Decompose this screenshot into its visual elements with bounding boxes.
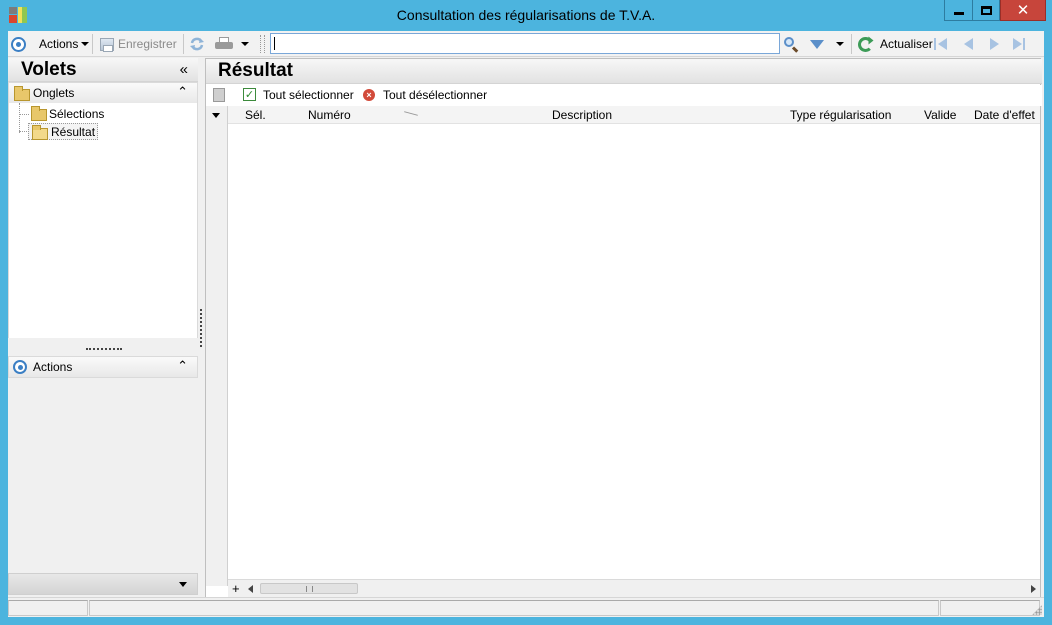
toolbar-grip[interactable] <box>260 35 263 53</box>
title-bar[interactable]: Consultation des régularisations de T.V.… <box>0 0 1052 31</box>
column-header-sel[interactable]: Sél. <box>245 108 266 122</box>
actions-section-header[interactable]: Actions ⌃ <box>8 356 198 378</box>
actions-menu-label: Actions <box>39 37 79 51</box>
column-menu-icon[interactable] <box>212 113 220 118</box>
actions-menu-button[interactable]: Actions <box>39 34 90 54</box>
chevron-down-icon <box>836 42 844 46</box>
text-cursor <box>274 37 275 50</box>
chevron-down-icon <box>241 42 249 46</box>
status-cell <box>89 600 939 616</box>
filter-button[interactable] <box>810 34 824 54</box>
save-button[interactable]: Enregistrer <box>100 34 177 54</box>
checkbox-icon[interactable]: ✓ <box>243 88 256 101</box>
scroll-right-icon[interactable] <box>1031 585 1036 593</box>
target-ring-icon <box>13 360 27 374</box>
toolbar-separator <box>851 34 852 54</box>
last-icon <box>1013 38 1022 50</box>
scroll-left-icon[interactable] <box>248 585 253 593</box>
tree-item-resultat[interactable]: Résultat <box>28 123 98 140</box>
pane-bottom-bar[interactable] <box>8 573 198 595</box>
chevron-up-double-icon[interactable]: ⌃ <box>177 358 188 374</box>
horizontal-splitter[interactable] <box>86 348 122 350</box>
first-record-button[interactable] <box>934 37 950 51</box>
document-icon[interactable] <box>213 88 225 102</box>
last-record-button[interactable] <box>1012 37 1028 51</box>
next-icon <box>990 38 999 50</box>
minimize-button[interactable] <box>944 0 972 21</box>
sync-button[interactable] <box>189 34 205 54</box>
save-label: Enregistrer <box>118 37 177 51</box>
column-header-description[interactable]: Description <box>552 108 612 122</box>
result-pane: Résultat ✓ Tout sélectionner × Tout désé… <box>205 58 1042 604</box>
volets-header: Volets « <box>8 58 198 82</box>
chevron-down-icon[interactable] <box>179 582 187 587</box>
left-pane: Volets « Onglets ⌃ Sélections Résultat A… <box>8 58 198 604</box>
refresh-label: Actualiser <box>880 37 933 51</box>
horizontal-scrollbar[interactable]: + <box>228 579 1040 597</box>
collapse-pane-button[interactable]: « <box>180 61 188 78</box>
tree-item-label: Sélections <box>49 107 105 121</box>
search-button[interactable] <box>783 34 799 54</box>
deselect-icon[interactable]: × <box>363 89 375 101</box>
magnifier-icon <box>783 36 799 53</box>
toolbar-grip[interactable] <box>264 35 267 53</box>
tabs-section-label: Onglets <box>33 86 75 100</box>
result-header: Résultat <box>206 59 1042 84</box>
next-record-button[interactable] <box>988 37 1004 51</box>
actions-section-label: Actions <box>33 360 73 374</box>
chevron-down-icon <box>81 42 90 46</box>
column-header-date-effet[interactable]: Date d'effet <box>974 108 1035 122</box>
save-icon <box>100 37 114 52</box>
chevron-up-double-icon[interactable]: ⌃ <box>177 84 188 100</box>
tabs-tree: Sélections Résultat <box>8 103 198 338</box>
scroll-thumb[interactable] <box>260 583 358 594</box>
toolbar-separator <box>183 34 184 54</box>
select-all-button[interactable]: Tout sélectionner <box>263 88 354 102</box>
page-title: Résultat <box>218 60 293 81</box>
column-header-numero[interactable]: Numéro <box>308 108 351 122</box>
status-cell <box>8 600 88 616</box>
first-icon <box>938 38 947 50</box>
column-header-valide[interactable]: Valide <box>924 108 956 122</box>
close-icon: ✕ <box>1016 0 1030 19</box>
selection-bar: ✓ Tout sélectionner × Tout désélectionne… <box>206 85 1042 106</box>
print-options-dropdown[interactable] <box>238 34 249 54</box>
print-button[interactable] <box>215 34 233 54</box>
application-window: Consultation des régularisations de T.V.… <box>0 0 1052 625</box>
row-selector-column <box>206 106 228 586</box>
open-folder-icon <box>32 125 48 140</box>
refresh-button[interactable]: Actualiser <box>858 34 933 54</box>
column-header-type-regularisation[interactable]: Type régularisation <box>790 108 891 122</box>
search-input[interactable] <box>270 33 780 54</box>
green-refresh-icon <box>858 36 873 52</box>
toolbar: Actions Enregistrer Actualiser <box>8 31 1044 57</box>
tabs-section-header[interactable]: Onglets ⌃ <box>8 82 198 104</box>
sort-icon <box>404 111 418 116</box>
maximize-button[interactable] <box>972 0 1000 21</box>
client-area: Actions Enregistrer Actualiser Volets « … <box>8 31 1044 617</box>
folder-icon <box>14 86 30 101</box>
tree-item-label: Résultat <box>51 125 96 139</box>
funnel-icon <box>810 39 824 49</box>
folder-icon <box>31 106 47 121</box>
printer-icon <box>215 37 233 51</box>
deselect-all-button[interactable]: Tout désélectionner <box>383 88 487 102</box>
volets-title: Volets <box>21 59 77 80</box>
minimize-icon <box>953 11 964 15</box>
add-row-icon[interactable]: + <box>232 581 240 596</box>
target-ring-icon <box>11 36 26 52</box>
status-cell <box>940 600 1040 616</box>
result-grid[interactable]: Sél. Numéro Description Type régularisat… <box>206 106 1040 586</box>
previous-icon <box>964 38 973 50</box>
column-header-row: Sél. Numéro Description Type régularisat… <box>228 106 1040 124</box>
window-title: Consultation des régularisations de T.V.… <box>396 7 656 23</box>
previous-record-button[interactable] <box>962 37 978 51</box>
sync-icon <box>190 37 204 51</box>
filter-options-dropdown[interactable] <box>833 34 844 54</box>
maximize-icon <box>980 5 992 15</box>
toolbar-separator <box>92 34 93 54</box>
status-bar <box>8 597 1044 617</box>
actions-icon-button[interactable] <box>11 34 26 54</box>
close-button[interactable]: ✕ <box>1000 0 1046 21</box>
